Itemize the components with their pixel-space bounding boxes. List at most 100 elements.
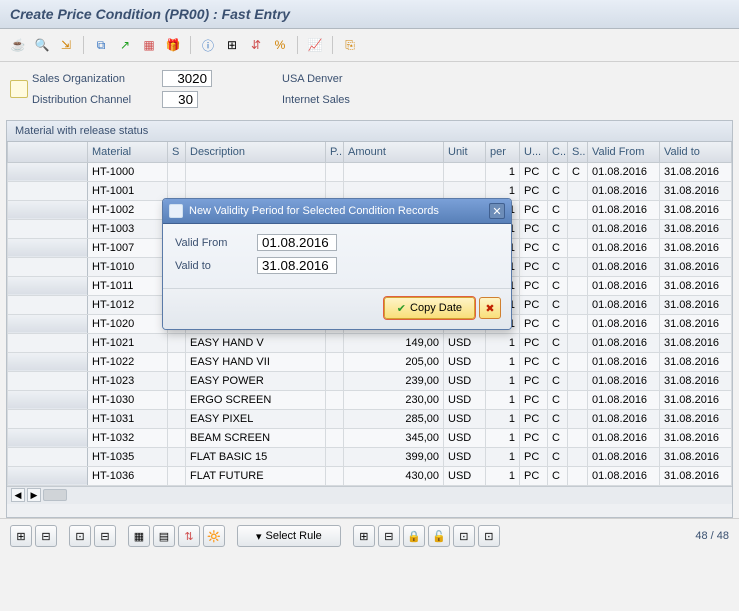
col-c[interactable]: C.. (548, 142, 568, 162)
col-unit[interactable]: Unit (444, 142, 486, 162)
cell-amount[interactable]: 239,00 (344, 371, 444, 390)
cell-material[interactable]: HT-1011 (88, 276, 168, 295)
cell-material[interactable]: HT-1002 (88, 200, 168, 219)
cell-description[interactable]: FLAT FUTURE (186, 466, 326, 485)
row-selector[interactable] (8, 428, 88, 447)
cell-valid-to[interactable]: 31.08.2016 (660, 314, 732, 333)
bb-icon-5[interactable]: ▦ (128, 525, 150, 547)
col-per[interactable]: per (486, 142, 520, 162)
row-selector[interactable] (8, 314, 88, 333)
cell-s2[interactable] (568, 200, 588, 219)
tb-chart-icon[interactable]: 📈 (305, 35, 325, 55)
table-row[interactable]: HT-10001PCCC01.08.201631.08.2016 (8, 162, 732, 181)
cell-s[interactable] (168, 428, 186, 447)
cell-valid-to[interactable]: 31.08.2016 (660, 219, 732, 238)
cell-valid-to[interactable]: 31.08.2016 (660, 276, 732, 295)
row-selector-header[interactable] (8, 142, 88, 162)
cell-u[interactable]: PC (520, 333, 548, 352)
col-p[interactable]: P.. (326, 142, 344, 162)
cell-per[interactable]: 1 (486, 428, 520, 447)
cell-c[interactable]: C (548, 390, 568, 409)
bb-icon-15[interactable]: ⊡ (478, 525, 500, 547)
col-valid-to[interactable]: Valid to (660, 142, 732, 162)
cell-material[interactable]: HT-1007 (88, 238, 168, 257)
cell-p[interactable] (326, 162, 344, 181)
bb-icon-13[interactable]: 🔓 (428, 525, 450, 547)
bb-icon-3[interactable]: ⊡ (69, 525, 91, 547)
cell-valid-to[interactable]: 31.08.2016 (660, 333, 732, 352)
row-selector[interactable] (8, 162, 88, 181)
cell-valid-to[interactable]: 31.08.2016 (660, 371, 732, 390)
cell-s2[interactable] (568, 447, 588, 466)
cell-s[interactable] (168, 371, 186, 390)
cell-unit[interactable] (444, 162, 486, 181)
col-s[interactable]: S (168, 142, 186, 162)
cell-s2[interactable] (568, 295, 588, 314)
cell-c[interactable]: C (548, 162, 568, 181)
cell-description[interactable]: BEAM SCREEN (186, 428, 326, 447)
cell-valid-from[interactable]: 01.08.2016 (588, 257, 660, 276)
cell-material[interactable]: HT-1000 (88, 162, 168, 181)
table-row[interactable]: HT-1023EASY POWER239,00USD1PCC01.08.2016… (8, 371, 732, 390)
cell-amount[interactable]: 205,00 (344, 352, 444, 371)
cell-c[interactable]: C (548, 428, 568, 447)
cell-amount[interactable]: 345,00 (344, 428, 444, 447)
cell-p[interactable] (326, 409, 344, 428)
bb-icon-8[interactable]: 🔆 (203, 525, 225, 547)
cell-material[interactable]: HT-1022 (88, 352, 168, 371)
cell-c[interactable]: C (548, 333, 568, 352)
dist-channel-input[interactable] (162, 91, 198, 108)
row-selector[interactable] (8, 333, 88, 352)
cell-s[interactable] (168, 409, 186, 428)
cell-u[interactable]: PC (520, 409, 548, 428)
col-amount[interactable]: Amount (344, 142, 444, 162)
cell-s2[interactable]: C (568, 162, 588, 181)
cell-material[interactable]: HT-1036 (88, 466, 168, 485)
row-selector[interactable] (8, 447, 88, 466)
bb-icon-11[interactable]: ⊟ (378, 525, 400, 547)
tb-icon-14[interactable]: ⎘ (340, 35, 360, 55)
dialog-cancel-button[interactable]: ✖ (479, 297, 501, 319)
cell-s2[interactable] (568, 238, 588, 257)
cell-s2[interactable] (568, 257, 588, 276)
cell-valid-from[interactable]: 01.08.2016 (588, 352, 660, 371)
table-row[interactable]: HT-1022EASY HAND VII205,00USD1PCC01.08.2… (8, 352, 732, 371)
cell-c[interactable]: C (548, 181, 568, 200)
bb-icon-7[interactable]: ⇅ (178, 525, 200, 547)
col-material[interactable]: Material (88, 142, 168, 162)
cell-per[interactable]: 1 (486, 371, 520, 390)
table-row[interactable]: HT-1030ERGO SCREEN230,00USD1PCC01.08.201… (8, 390, 732, 409)
cell-u[interactable]: PC (520, 238, 548, 257)
tb-gift-icon[interactable]: 🎁 (163, 35, 183, 55)
cell-p[interactable] (326, 428, 344, 447)
cell-u[interactable]: PC (520, 257, 548, 276)
cell-s2[interactable] (568, 181, 588, 200)
cell-c[interactable]: C (548, 257, 568, 276)
cell-unit[interactable]: USD (444, 466, 486, 485)
cell-u[interactable]: PC (520, 219, 548, 238)
tb-percent-icon[interactable]: % (270, 35, 290, 55)
cell-c[interactable]: C (548, 466, 568, 485)
row-selector[interactable] (8, 238, 88, 257)
cell-valid-to[interactable]: 31.08.2016 (660, 238, 732, 257)
cell-unit[interactable]: USD (444, 371, 486, 390)
copy-date-button[interactable]: ✔ Copy Date (384, 297, 475, 319)
cell-material[interactable]: HT-1010 (88, 257, 168, 276)
cell-material[interactable]: HT-1030 (88, 390, 168, 409)
select-rule-button[interactable]: ▾ Select Rule (237, 525, 341, 547)
cell-c[interactable]: C (548, 295, 568, 314)
cell-c[interactable]: C (548, 447, 568, 466)
cell-u[interactable]: PC (520, 181, 548, 200)
cell-valid-from[interactable]: 01.08.2016 (588, 314, 660, 333)
cell-s[interactable] (168, 390, 186, 409)
col-description[interactable]: Description (186, 142, 326, 162)
cell-valid-from[interactable]: 01.08.2016 (588, 371, 660, 390)
bb-icon-6[interactable]: ▤ (153, 525, 175, 547)
row-selector[interactable] (8, 257, 88, 276)
cell-u[interactable]: PC (520, 352, 548, 371)
valid-to-input[interactable] (257, 257, 337, 274)
cell-valid-from[interactable]: 01.08.2016 (588, 390, 660, 409)
cell-s2[interactable] (568, 466, 588, 485)
cell-p[interactable] (326, 333, 344, 352)
cell-material[interactable]: HT-1023 (88, 371, 168, 390)
